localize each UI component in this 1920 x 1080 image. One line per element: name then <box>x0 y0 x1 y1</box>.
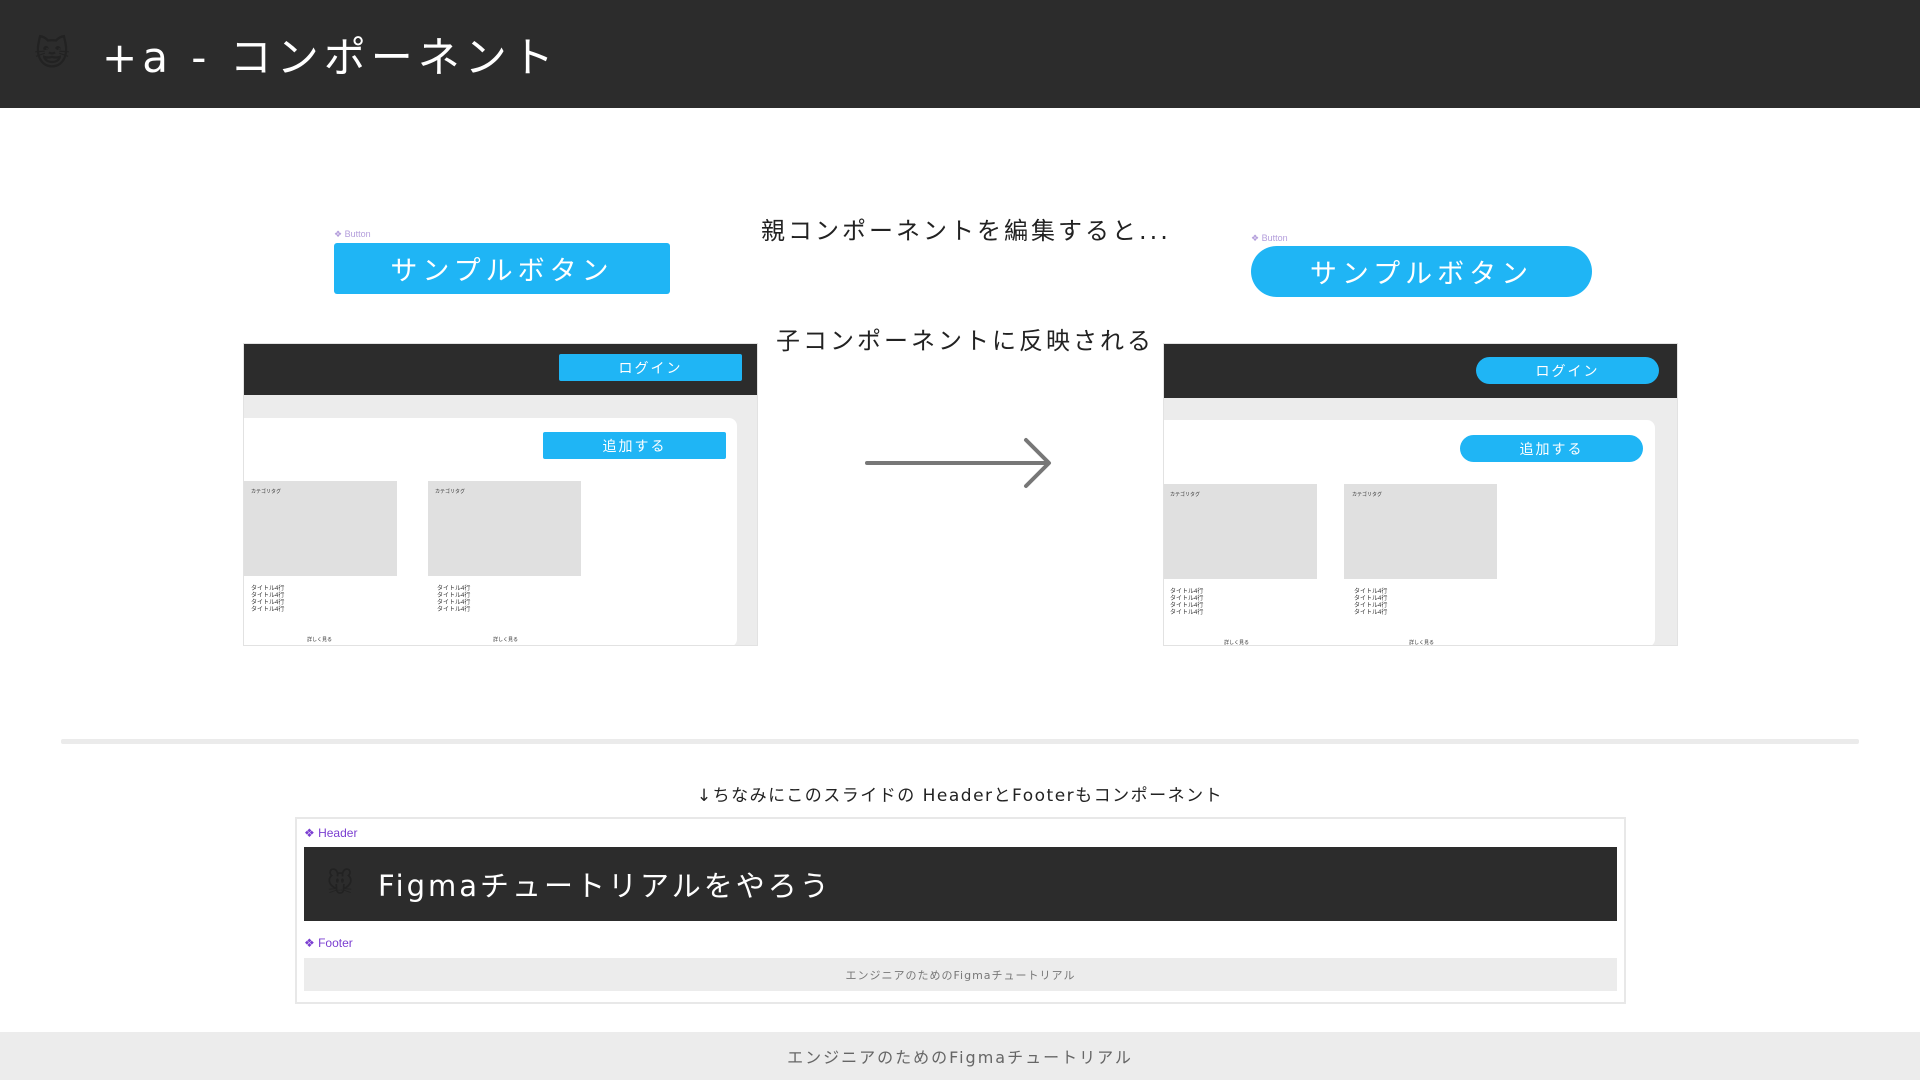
card-title-line: タイトル4行 <box>251 586 285 592</box>
card-title-line: タイトル4行 <box>251 607 285 613</box>
card-title-line: タイトル4行 <box>1354 603 1388 609</box>
example-header-title: Figmaチュートリアルをやろう <box>378 869 832 903</box>
footer-component-tag: ❖ Footer <box>304 936 353 950</box>
card-title-line: タイトル4行 <box>1354 610 1388 616</box>
card-title-line: タイトル4行 <box>1170 589 1204 595</box>
slide-title: +a - コンポーネント <box>102 32 559 82</box>
example-header: 🐭 Figmaチュートリアルをやろう <box>304 847 1617 921</box>
card-title-line: タイトル4行 <box>437 586 471 592</box>
card-title-line: タイトル4行 <box>1354 589 1388 595</box>
login-button[interactable]: ログイン <box>559 354 742 381</box>
card-title-line: タイトル4行 <box>437 593 471 599</box>
card-category: カテゴリタグ <box>251 489 282 495</box>
section-divider <box>61 739 1859 744</box>
card-more-link[interactable]: 詳しく見る <box>1409 639 1434 645</box>
header-component-tag: ❖ Header <box>304 826 358 840</box>
caption-reflected: 子コンポーネントに反映される <box>776 327 1154 355</box>
example-footer: エンジニアのためのFigmaチュートリアル <box>304 958 1617 991</box>
card-more-link[interactable]: 詳しく見る <box>307 636 332 643</box>
card-title-line: タイトル4行 <box>437 607 471 613</box>
card-title-line: タイトル4行 <box>1170 610 1204 616</box>
cat-emoji-icon: 😺 <box>34 34 70 74</box>
card-category: カテゴリタグ <box>1170 492 1201 498</box>
mock-page-after: ログイン 追加する カテゴリタグ タイトル4行 タイトル4行 タイトル4行 タイ… <box>1163 343 1678 646</box>
card-category: カテゴリタグ <box>1352 492 1383 498</box>
sample-button-after[interactable]: サンプルボタン <box>1251 246 1592 297</box>
component-tag-after: ❖ Button <box>1251 233 1288 243</box>
card-more-link[interactable]: 詳しく見る <box>493 636 518 643</box>
sample-button-before[interactable]: サンプルボタン <box>334 243 670 294</box>
slide-header: 😺 +a - コンポーネント <box>0 0 1920 108</box>
card-image <box>244 481 397 576</box>
add-button[interactable]: 追加する <box>543 432 726 459</box>
mouse-emoji-icon: 🐭 <box>326 869 354 899</box>
component-tag-before: ❖ Button <box>334 229 371 239</box>
caption-edit-parent: 親コンポーネントを編集すると... <box>761 217 1171 245</box>
right-arrow-icon <box>865 438 1051 488</box>
component-note: ↓ちなみにこのスライドの HeaderとFooterもコンポーネント <box>696 786 1224 806</box>
mock-page-before: ログイン 追加する カテゴリタグ タイトル4行 タイトル4行 タイトル4行 タイ… <box>243 343 758 646</box>
card-image <box>1164 484 1317 579</box>
card-title-line: タイトル4行 <box>1170 603 1204 609</box>
slide-footer: エンジニアのためのFigmaチュートリアル <box>0 1032 1920 1080</box>
card-image <box>1344 484 1497 579</box>
card-title-line: タイトル4行 <box>437 600 471 606</box>
component-example-frame: ❖ Header 🐭 Figmaチュートリアルをやろう ❖ Footer エンジ… <box>295 817 1626 1004</box>
card-title-line: タイトル4行 <box>251 600 285 606</box>
add-button[interactable]: 追加する <box>1460 435 1643 462</box>
card-title-line: タイトル4行 <box>1170 596 1204 602</box>
card-title-line: タイトル4行 <box>1354 596 1388 602</box>
card-more-link[interactable]: 詳しく見る <box>1224 639 1249 645</box>
card-title-line: タイトル4行 <box>251 593 285 599</box>
card-image <box>428 481 581 576</box>
card-category: カテゴリタグ <box>435 489 466 495</box>
login-button[interactable]: ログイン <box>1476 357 1659 384</box>
